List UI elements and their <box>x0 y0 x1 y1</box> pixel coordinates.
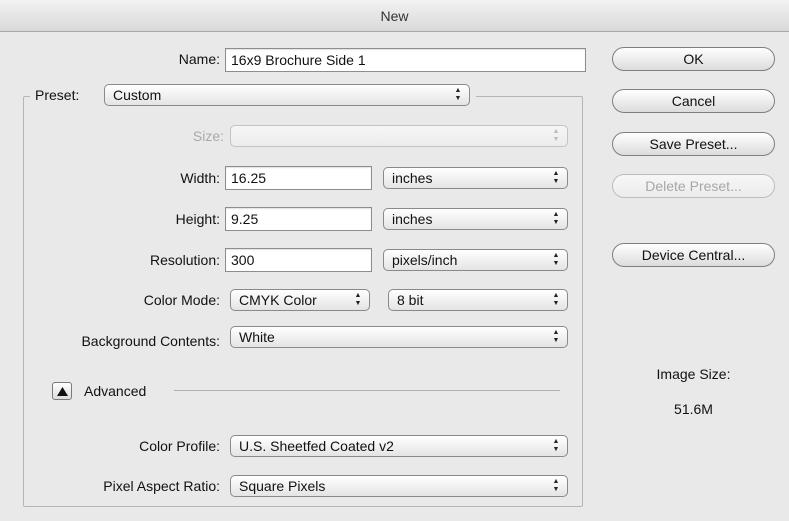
pixel-aspect-ratio-select[interactable]: Square Pixels ▲ ▼ <box>230 475 568 497</box>
pixel-aspect-ratio-label: Pixel Aspect Ratio: <box>103 478 220 494</box>
image-size-value: 51.6M <box>674 401 713 417</box>
delete-preset-button: Delete Preset... <box>612 174 775 198</box>
preset-value: Custom <box>113 87 162 103</box>
window-title: New <box>0 0 789 32</box>
cancel-button[interactable]: Cancel <box>612 89 775 113</box>
background-contents-select[interactable]: White ▲ ▼ <box>230 326 568 348</box>
height-unit-select[interactable]: inches ▲ ▼ <box>383 208 568 230</box>
bit-depth-select[interactable]: 8 bit ▲ ▼ <box>388 289 568 311</box>
width-field[interactable]: 16.25 <box>225 166 372 190</box>
height-field[interactable]: 9.25 <box>225 207 372 231</box>
preset-label: Preset: <box>35 87 80 103</box>
name-field[interactable]: 16x9 Brochure Side 1 <box>225 48 586 72</box>
image-size-label: Image Size: <box>656 366 731 382</box>
resolution-unit-select[interactable]: pixels/inch ▲ ▼ <box>383 249 568 271</box>
width-label: Width: <box>180 170 220 186</box>
width-unit-select[interactable]: inches ▲ ▼ <box>383 167 568 189</box>
bit-depth-value: 8 bit <box>397 292 424 308</box>
device-central-button[interactable]: Device Central... <box>612 243 775 267</box>
resolution-unit-value: pixels/inch <box>392 252 458 268</box>
color-mode-select[interactable]: CMYK Color ▲ ▼ <box>230 289 370 311</box>
updown-arrows-icon: ▲ ▼ <box>552 252 560 267</box>
color-profile-value: U.S. Sheetfed Coated v2 <box>239 438 394 454</box>
width-unit-value: inches <box>392 170 433 186</box>
resolution-field[interactable]: 300 <box>225 248 372 272</box>
height-unit-value: inches <box>392 211 433 227</box>
background-contents-label: Background Contents: <box>81 333 220 349</box>
height-label: Height: <box>175 211 220 227</box>
save-preset-button[interactable]: Save Preset... <box>612 132 775 156</box>
updown-arrows-icon: ▲ ▼ <box>354 292 362 307</box>
preset-select[interactable]: Custom ▲ ▼ <box>104 84 470 106</box>
advanced-label: Advanced <box>84 383 147 399</box>
updown-arrows-icon: ▲ ▼ <box>552 211 560 226</box>
ok-button[interactable]: OK <box>612 47 775 71</box>
color-profile-label: Color Profile: <box>139 438 220 454</box>
pixel-aspect-ratio-value: Square Pixels <box>239 478 326 494</box>
triangle-up-icon <box>57 387 68 396</box>
updown-arrows-icon: ▲ ▼ <box>454 87 462 102</box>
color-mode-value: CMYK Color <box>239 292 317 308</box>
updown-arrows-icon: ▲ ▼ <box>552 438 560 453</box>
updown-arrows-icon: ▲ ▼ <box>552 478 560 493</box>
updown-arrows-icon: ▲ ▼ <box>552 170 560 185</box>
size-select: ▲ ▼ <box>230 125 568 147</box>
updown-arrows-icon: ▲ ▼ <box>552 292 560 307</box>
name-label: Name: <box>178 51 220 67</box>
size-label: Size: <box>192 128 224 144</box>
background-contents-value: White <box>239 329 275 345</box>
updown-arrows-icon: ▲ ▼ <box>552 128 560 143</box>
advanced-divider <box>174 390 560 391</box>
advanced-toggle-button[interactable] <box>52 382 72 400</box>
color-profile-select[interactable]: U.S. Sheetfed Coated v2 ▲ ▼ <box>230 435 568 457</box>
resolution-label: Resolution: <box>149 252 220 268</box>
color-mode-label: Color Mode: <box>143 292 220 308</box>
updown-arrows-icon: ▲ ▼ <box>552 329 560 344</box>
